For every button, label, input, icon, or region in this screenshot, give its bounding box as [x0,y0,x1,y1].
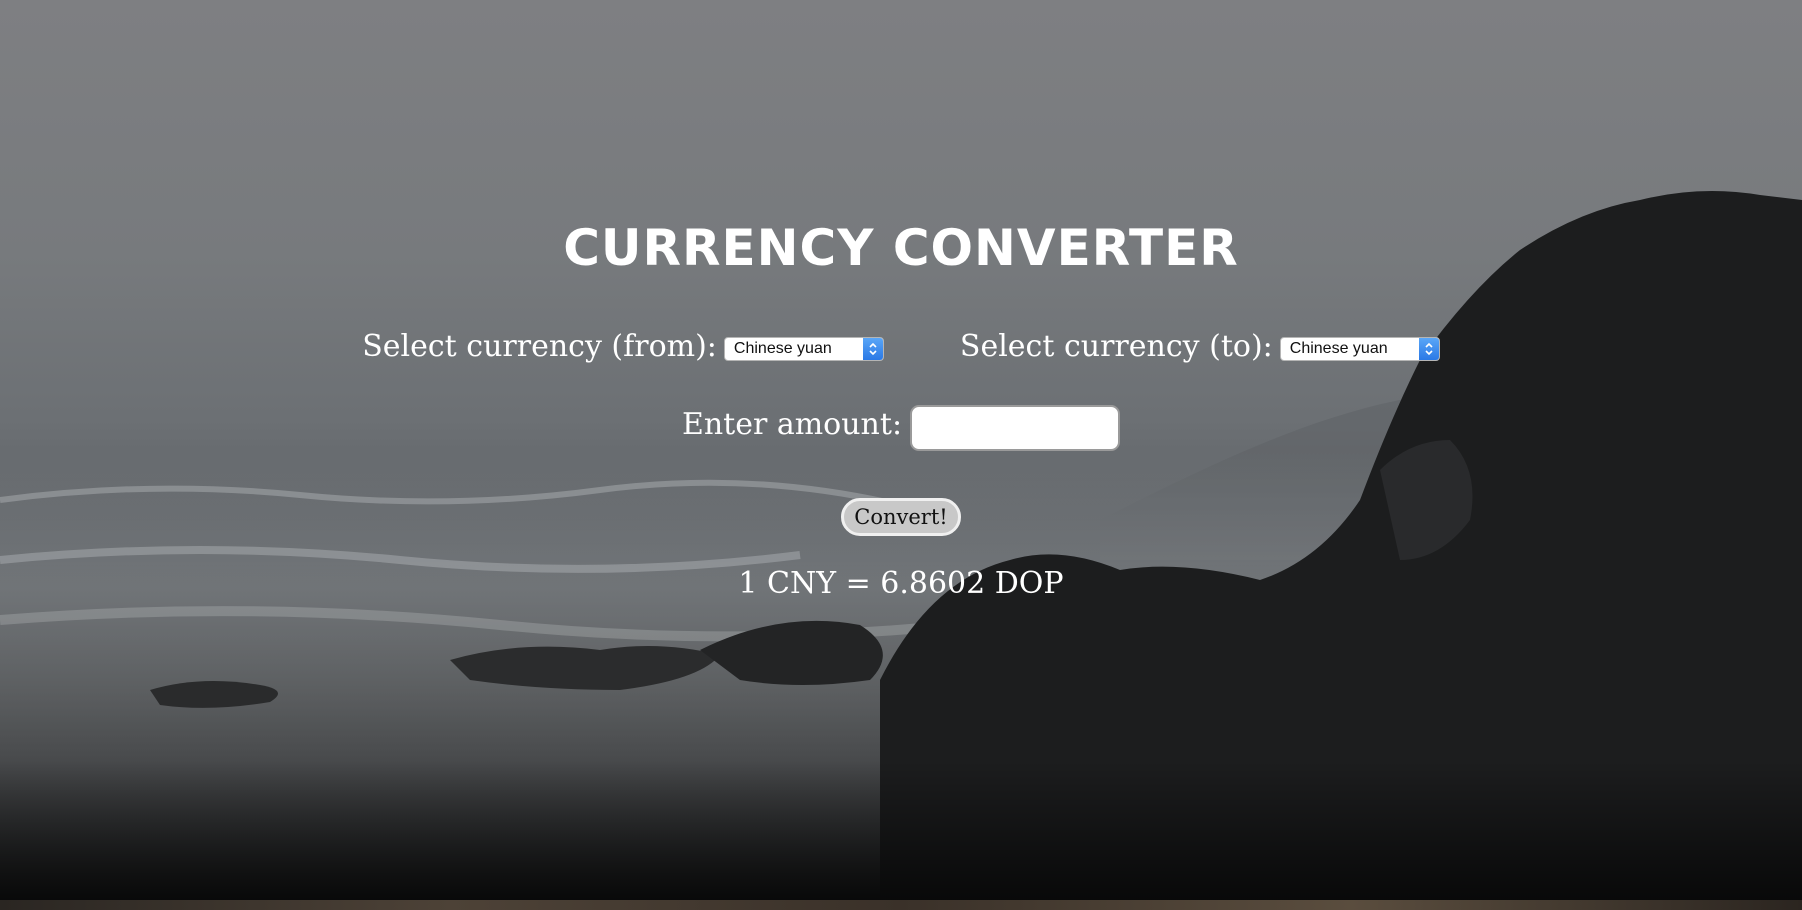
converter-panel: CURRENCY CONVERTER Select currency (from… [0,0,1802,910]
from-currency-label: Select currency (from): [362,329,717,364]
convert-row: Convert! [0,497,1802,537]
amount-row: Enter amount: [0,400,1802,451]
from-currency-value: Chinese yuan [733,340,832,357]
chevron-up-down-icon [1418,338,1439,360]
result-row: 1 CNY = 6.8602 DOP [0,563,1802,603]
from-currency-select[interactable]: Chinese yuan [723,337,884,361]
chevron-up-down-icon [862,338,883,360]
convert-button[interactable]: Convert! [841,498,961,536]
to-currency-label: Select currency (to): [959,329,1273,364]
conversion-result: 1 CNY = 6.8602 DOP [738,565,1064,601]
to-currency-value: Chinese yuan [1289,340,1388,357]
to-currency-group: Select currency (to): Chinese yuan [960,327,1440,367]
from-currency-group: Select currency (from): Chinese yuan [362,327,884,367]
page-title: CURRENCY CONVERTER [563,219,1239,277]
to-currency-select[interactable]: Chinese yuan [1279,337,1440,361]
amount-label: Enter amount: [681,407,903,442]
currency-select-row: Select currency (from): Chinese yuan Sel… [0,325,1802,369]
page: CURRENCY CONVERTER Select currency (from… [0,0,1802,910]
amount-input[interactable] [910,405,1121,451]
